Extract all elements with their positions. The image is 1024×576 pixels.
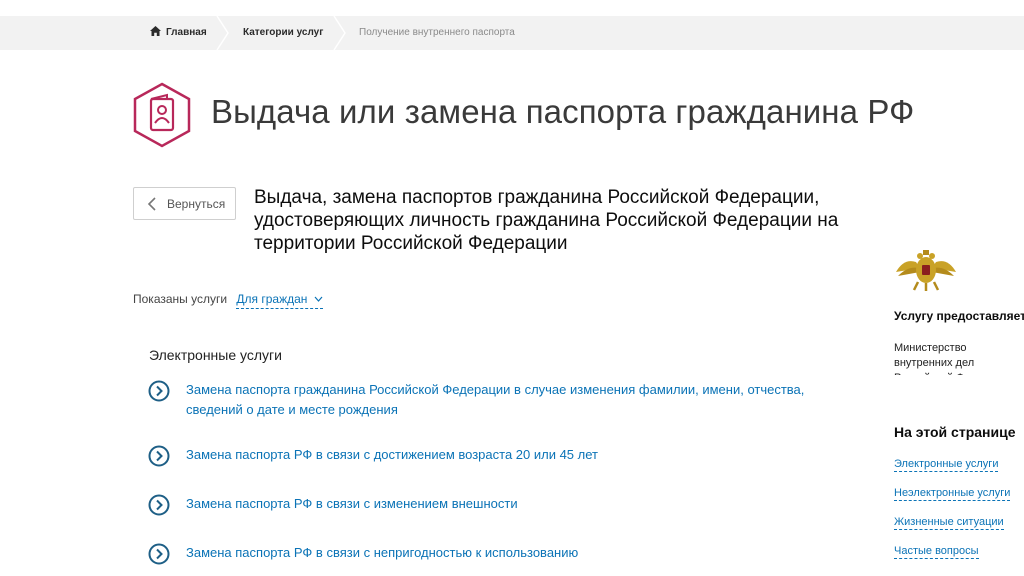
service-filter: Показаны услуги Для граждан (133, 292, 323, 309)
arrow-circle-icon (148, 380, 170, 402)
passport-icon (132, 82, 192, 148)
breadcrumb-home[interactable]: Главная (150, 16, 207, 50)
breadcrumb-current: Получение внутреннего паспорта (359, 27, 515, 38)
on-page-link-life-situations[interactable]: Жизненные ситуации (894, 516, 1004, 530)
page-title: Выдача или замена паспорта гражданина РФ (211, 93, 915, 130)
electronic-services-heading: Электронные услуги (149, 347, 282, 363)
on-page-link-electronic[interactable]: Электронные услуги (894, 458, 999, 472)
service-title: Выдача, замена паспортов гражданина Росс… (254, 187, 839, 254)
service-link-label: Замена паспорта РФ в связи с изменением … (186, 496, 518, 511)
back-button-label: Вернуться (167, 197, 226, 211)
audience-dropdown-value: Для граждан (236, 292, 308, 306)
provider-title: Услугу предоставляет (894, 309, 1024, 323)
service-link-label: Замена паспорта РФ в связи с достижением… (186, 447, 598, 462)
service-link-label: Замена паспорта гражданина Российской Фе… (186, 382, 805, 417)
breadcrumb-separator (216, 16, 230, 50)
back-button[interactable]: Вернуться (133, 187, 236, 220)
breadcrumb-home-label: Главная (166, 27, 207, 38)
provider-name: Министерство внутренних дел Российской Ф… (894, 342, 1014, 375)
on-page-link-non-electronic[interactable]: Неэлектронные услуги (894, 487, 1011, 501)
breadcrumb-categories[interactable]: Категории услуг (243, 16, 323, 50)
breadcrumb-separator (333, 16, 347, 50)
filter-label: Показаны услуги (133, 292, 228, 306)
chevron-down-icon (314, 296, 323, 302)
audience-dropdown[interactable]: Для граждан (236, 292, 323, 309)
arrow-circle-icon (148, 445, 170, 467)
service-link-label: Замена паспорта РФ в связи с непригоднос… (186, 545, 579, 560)
arrow-circle-icon (148, 494, 170, 516)
mvd-emblem-icon (894, 250, 958, 292)
breadcrumb: Главная Категории услуг Получение внутре… (0, 16, 1024, 50)
chevron-left-icon (147, 197, 156, 211)
arrow-circle-icon (148, 543, 170, 565)
home-icon (150, 26, 161, 37)
on-page-link-faq[interactable]: Частые вопросы (894, 545, 979, 559)
on-page-title: На этой странице (894, 424, 1016, 440)
top-strip (0, 0, 1024, 16)
